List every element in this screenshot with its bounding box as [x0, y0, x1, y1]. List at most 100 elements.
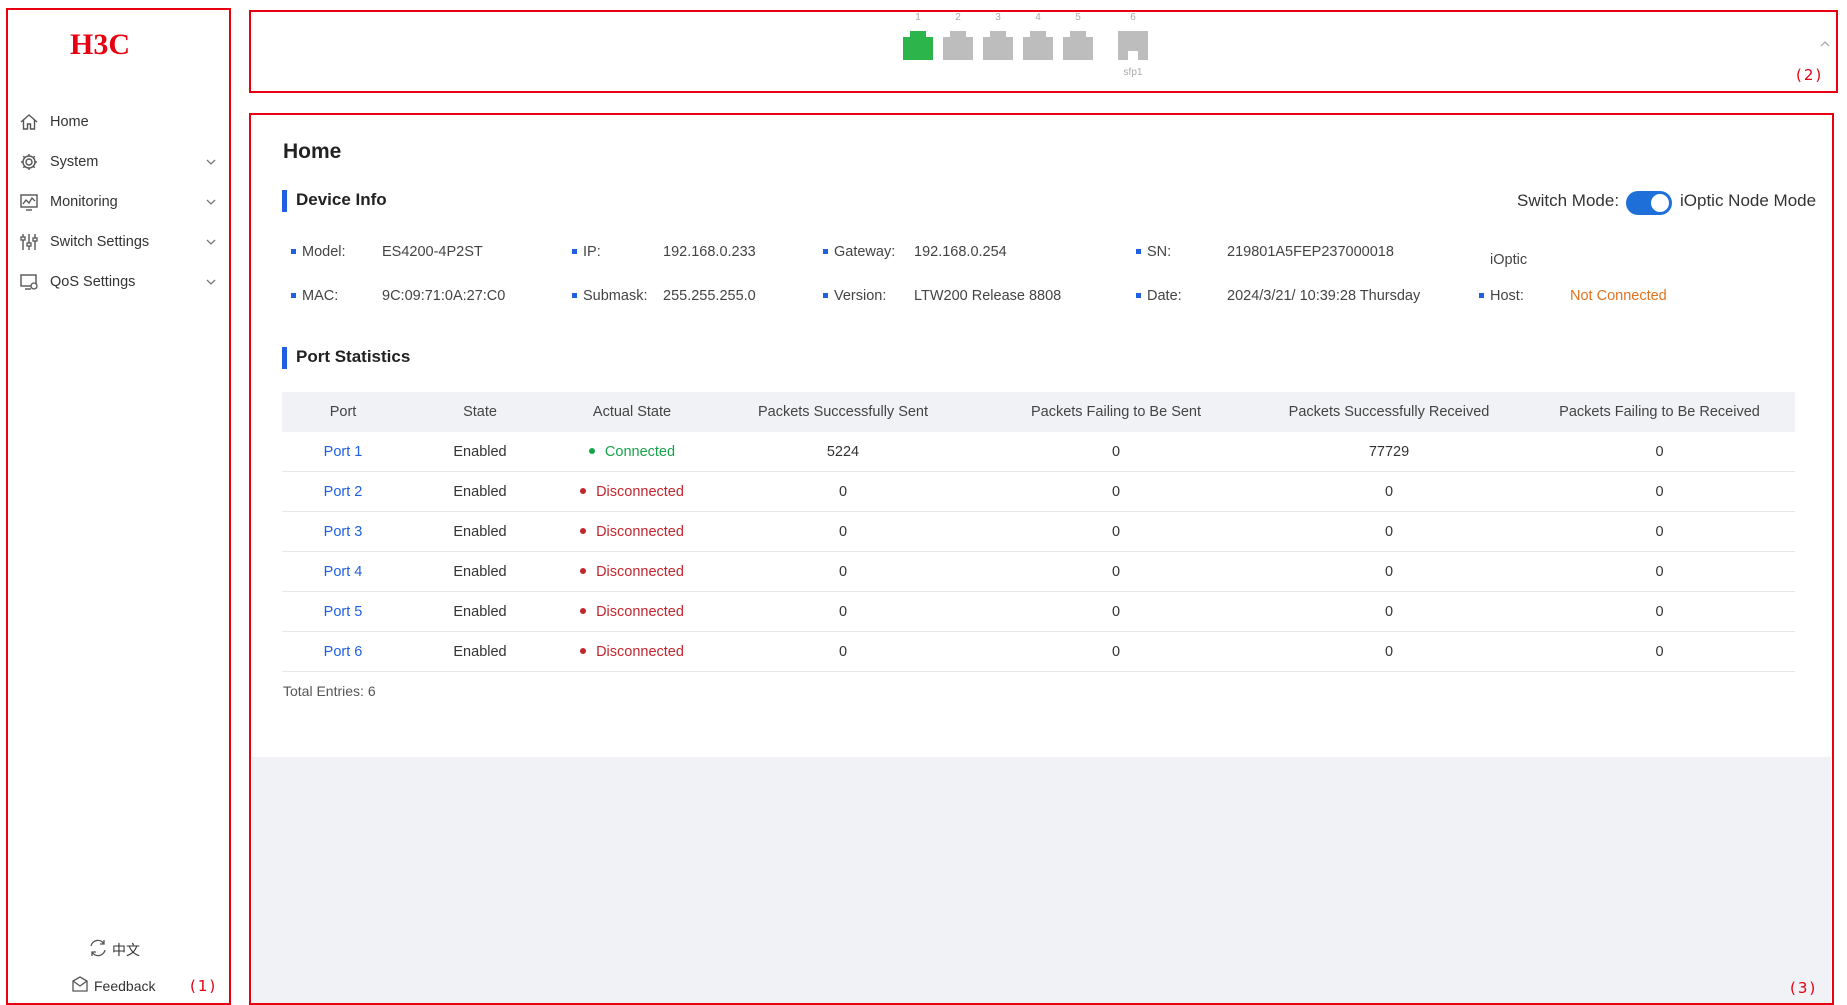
gateway-label: Gateway:: [823, 244, 895, 260]
table-header: Port State Actual State Packets Successf…: [282, 392, 1795, 432]
version-value: LTW200 Release 8808: [914, 288, 1062, 304]
ip-value: 192.168.0.233: [663, 244, 756, 260]
logo-text: H3C: [70, 29, 130, 59]
toggle-knob: [1651, 194, 1669, 212]
state-cell: Enabled: [453, 484, 507, 500]
home-icon: [18, 111, 40, 133]
language-label: 中文: [112, 941, 140, 958]
sfp-label: sfp1: [1123, 67, 1143, 78]
sidebar-item-label: Monitoring: [50, 194, 118, 210]
status-dot: [588, 448, 595, 455]
port-link[interactable]: Port 6: [324, 644, 363, 660]
sidebar-item-label: Switch Settings: [50, 234, 150, 250]
port-cell[interactable]: Port 2: [282, 472, 404, 512]
port-cell[interactable]: Port 4: [282, 552, 404, 592]
sidebar-item-home[interactable]: Home: [18, 102, 218, 142]
callout-label-3: (3): [1790, 979, 1818, 997]
qos-monitor-icon: [18, 271, 40, 293]
port-cell[interactable]: Port 3: [282, 512, 404, 552]
actual-state-text: Disconnected: [596, 524, 684, 540]
fail-sent-cell: 0: [1111, 604, 1121, 620]
state-cell: Enabled: [453, 644, 507, 660]
port-cell[interactable]: Port 5: [282, 592, 404, 632]
port-5-icon[interactable]: [1063, 31, 1093, 60]
table-row: Port 3 Enabled Disconnected 0 0 0 0: [282, 512, 1795, 552]
actual-state-cell: Connected: [556, 432, 708, 472]
column-header: Actual State: [592, 404, 672, 420]
date-label: Date:: [1136, 288, 1182, 304]
actual-state-cell: Disconnected: [556, 472, 708, 512]
ip-label: IP:: [572, 244, 601, 260]
port-link[interactable]: Port 1: [324, 444, 363, 460]
host-label: Host:: [1479, 288, 1524, 304]
table-row: Port 6 Enabled Disconnected 0 0 0 0: [282, 632, 1795, 672]
status-dot: [580, 488, 587, 495]
port-6-sfp-icon[interactable]: [1118, 31, 1148, 60]
port-4-icon[interactable]: [1023, 31, 1053, 60]
column-header: Packets Successfully Sent: [757, 404, 929, 420]
sidebar-item-monitoring[interactable]: Monitoring: [18, 182, 218, 222]
status-dot: [580, 568, 587, 575]
port-cell[interactable]: Port 1: [282, 432, 404, 472]
actual-state-cell: Disconnected: [556, 632, 708, 672]
gateway-value: 192.168.0.254: [914, 244, 1007, 260]
language-switch[interactable]: 中文: [88, 938, 140, 961]
fail-sent-cell: 0: [1111, 444, 1121, 460]
feedback-link[interactable]: Feedback: [70, 974, 155, 997]
model-value: ES4200-4P2ST: [382, 244, 483, 260]
callout-label-2: (2): [1796, 66, 1824, 84]
actual-state-text: Disconnected: [596, 484, 684, 500]
total-entries: Total Entries: 6: [283, 683, 376, 699]
sent-cell: 0: [838, 644, 848, 660]
received-cell: 0: [1384, 644, 1394, 660]
actual-state-cell: Disconnected: [556, 592, 708, 632]
language-icon: [88, 938, 108, 961]
host-value: Not Connected: [1570, 288, 1667, 304]
table-row: Port 5 Enabled Disconnected 0 0 0 0: [282, 592, 1795, 632]
device-info-title: Device Info: [282, 190, 387, 212]
fail-sent-cell: 0: [1111, 524, 1121, 540]
sent-cell: 0: [838, 564, 848, 580]
port-1-icon[interactable]: [903, 31, 933, 60]
gear-icon: [18, 151, 40, 173]
port-cell[interactable]: Port 6: [282, 632, 404, 672]
status-dot: [580, 648, 587, 655]
port-link[interactable]: Port 3: [324, 524, 363, 540]
chevron-up-icon[interactable]: [1817, 38, 1833, 50]
port-number: 4: [1035, 12, 1041, 23]
port-number: 5: [1075, 12, 1081, 23]
fail-sent-cell: 0: [1111, 644, 1121, 660]
feedback-icon: [70, 974, 90, 997]
column-header: Port: [329, 404, 357, 420]
sidebar-item-qos-settings[interactable]: QoS Settings: [18, 262, 218, 302]
mac-value: 9C:09:71:0A:27:C0: [382, 288, 506, 304]
sent-cell: 5224: [826, 444, 860, 460]
switch-mode-toggle[interactable]: [1626, 191, 1672, 215]
received-cell: 0: [1384, 564, 1394, 580]
received-cell: 77729: [1368, 444, 1410, 460]
fail-received-cell: 0: [1655, 644, 1664, 660]
status-dot: [580, 608, 587, 615]
sidebar-item-label: Home: [50, 114, 89, 130]
sidebar-item-system[interactable]: System: [18, 142, 218, 182]
port-link[interactable]: Port 4: [324, 564, 363, 580]
sidebar-item-switch-settings[interactable]: Switch Settings: [18, 222, 218, 262]
fail-sent-cell: 0: [1111, 484, 1121, 500]
state-cell: Enabled: [453, 524, 507, 540]
port-number: 3: [995, 12, 1001, 23]
received-cell: 0: [1384, 484, 1394, 500]
port-number: 1: [915, 12, 921, 23]
chevron-down-icon: [206, 159, 216, 165]
port-2-icon[interactable]: [943, 31, 973, 60]
sidebar-item-label: QoS Settings: [50, 274, 136, 290]
fail-received-cell: 0: [1655, 484, 1664, 500]
port-link[interactable]: Port 2: [324, 484, 363, 500]
sn-value: 219801A5FEP237000018: [1227, 244, 1394, 260]
switch-mode-label: Switch Mode:: [1517, 191, 1620, 210]
submask-label: Submask:: [572, 288, 647, 304]
feedback-label: Feedback: [94, 977, 156, 994]
model-label: Model:: [291, 244, 346, 260]
port-link[interactable]: Port 5: [324, 604, 363, 620]
table-row: Port 2 Enabled Disconnected 0 0 0 0: [282, 472, 1795, 512]
port-3-icon[interactable]: [983, 31, 1013, 60]
